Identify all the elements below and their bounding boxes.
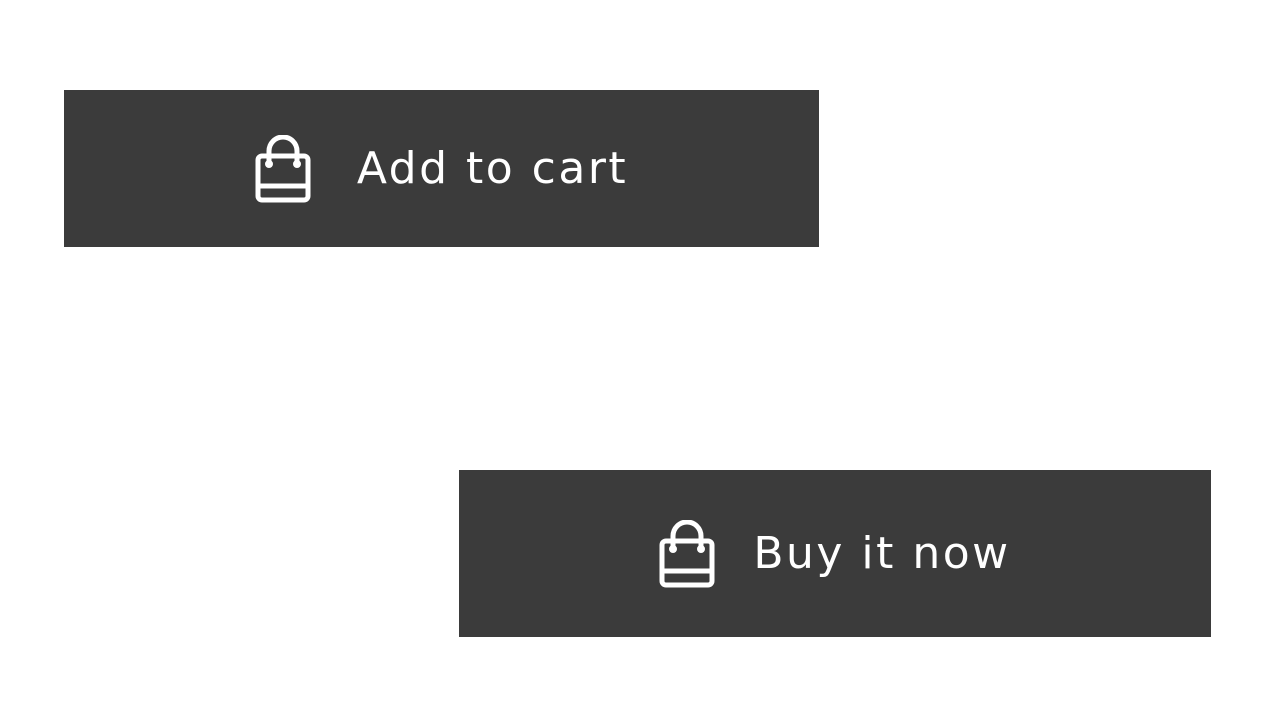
shopping-bag-icon — [255, 134, 311, 203]
buy-it-now-label: Buy it now — [753, 527, 1011, 579]
add-to-cart-button[interactable]: Add to cart — [64, 90, 819, 247]
buy-it-now-button[interactable]: Buy it now — [459, 470, 1211, 637]
add-to-cart-label: Add to cart — [356, 142, 629, 194]
shopping-bag-icon — [659, 519, 715, 588]
page-canvas: Add to cart Buy it now — [0, 0, 1280, 720]
